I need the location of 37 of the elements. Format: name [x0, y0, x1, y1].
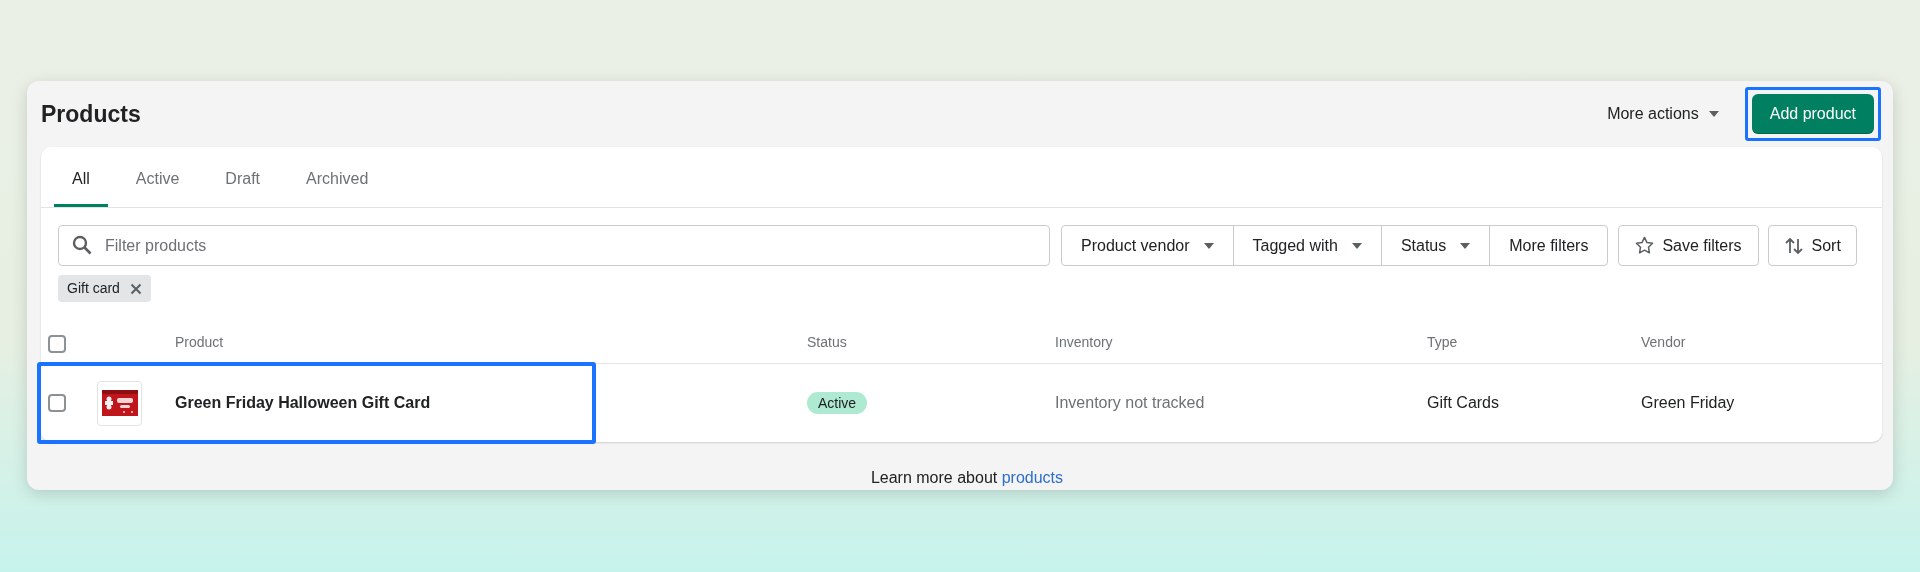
tag-label: Gift card — [67, 279, 120, 298]
caret-icon — [1460, 242, 1471, 249]
column-header: Type — [1427, 333, 1459, 352]
column-header: Vendor — [1641, 333, 1687, 352]
table-cell-text: Inventory not tracked — [1055, 393, 1206, 413]
table-cell-text: Gift Cards — [1427, 393, 1500, 413]
product-name[interactable]: Green Friday Halloween Gift Card — [175, 391, 807, 415]
products-link[interactable]: products — [1001, 469, 1064, 486]
close-icon[interactable] — [129, 282, 142, 295]
tab[interactable]: Active — [117, 146, 198, 207]
column-header: Inventory — [1055, 333, 1114, 352]
save-filters-button[interactable]: Save filters — [1618, 225, 1759, 266]
footer-label: Learn more about — [870, 469, 999, 486]
filter-button[interactable]: Product vendor — [1062, 226, 1233, 265]
caret-icon — [1203, 242, 1214, 249]
tab[interactable]: All — [54, 146, 108, 207]
more-actions-button[interactable]: More actions — [1607, 102, 1719, 126]
page-title: Products — [41, 99, 141, 129]
status-badge: Active — [807, 392, 868, 414]
search-field[interactable]: Filter products — [58, 225, 1050, 266]
column-header: Status — [807, 333, 848, 352]
checkbox[interactable] — [48, 334, 66, 353]
tab[interactable]: Draft — [207, 146, 279, 207]
filter-button[interactable]: More filters — [1489, 226, 1608, 265]
caret-icon — [1351, 242, 1362, 249]
tab[interactable]: Archived — [288, 146, 387, 207]
search-icon — [72, 235, 92, 255]
filter-button[interactable]: Tagged with — [1232, 226, 1381, 265]
column-header: Product — [175, 333, 225, 352]
caret-icon — [1708, 111, 1719, 117]
filter-button[interactable]: Status — [1380, 226, 1490, 265]
add-product-button[interactable]: Add product — [1751, 94, 1874, 134]
sort-icon — [1783, 235, 1804, 256]
star-icon — [1635, 236, 1655, 255]
table-cell-text: Green Friday — [1641, 393, 1736, 413]
sort-button[interactable]: Sort — [1767, 225, 1857, 266]
checkbox[interactable] — [48, 394, 66, 412]
